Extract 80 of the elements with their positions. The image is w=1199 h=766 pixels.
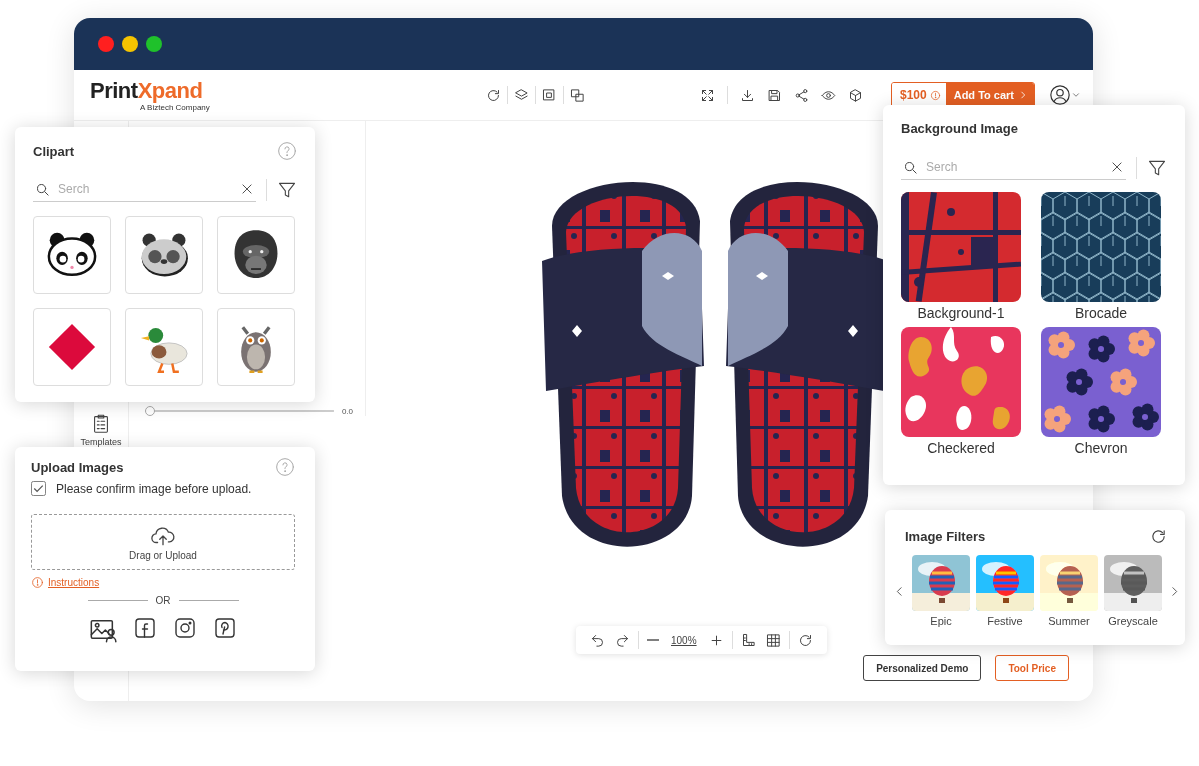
- background-tile[interactable]: Chevron: [1041, 327, 1161, 456]
- refresh-icon: [797, 632, 813, 648]
- balloon-thumbnail: [1040, 555, 1098, 611]
- alert-icon: [31, 576, 44, 589]
- square-in-square-icon: [542, 87, 557, 103]
- window-control-dot[interactable]: [146, 36, 162, 52]
- instagram-icon[interactable]: [173, 616, 197, 640]
- logo-tagline: A Biztech Company: [140, 102, 211, 112]
- undo-icon: [590, 632, 605, 648]
- close-icon: [240, 182, 254, 196]
- search-icon: [35, 181, 50, 197]
- upload-dropzone[interactable]: Drag or Upload: [31, 514, 295, 570]
- filter-option[interactable]: Greyscale: [1104, 555, 1162, 627]
- search-icon: [903, 159, 918, 175]
- pinterest-icon[interactable]: [213, 616, 237, 640]
- info-icon: [929, 89, 941, 101]
- chevron-down-icon: [1071, 90, 1081, 100]
- help-icon: [275, 457, 295, 477]
- panda-face-icon: [47, 232, 97, 277]
- expand-arrows-icon: [700, 87, 715, 103]
- user-menu-button[interactable]: [1049, 84, 1081, 106]
- panel-title: Clipart: [33, 143, 75, 159]
- balloon-thumbnail: [976, 555, 1034, 611]
- share-icon: [794, 87, 809, 103]
- demo-button[interactable]: Personalized Demo: [863, 655, 982, 681]
- instructions-link[interactable]: Instructions: [48, 577, 100, 588]
- search-field[interactable]: Serch: [924, 159, 1104, 175]
- help-icon: [277, 141, 297, 161]
- background-tile[interactable]: Checkered: [901, 327, 1021, 456]
- clear-button[interactable]: [240, 182, 254, 196]
- slider-value: 0.0: [341, 406, 353, 416]
- chevron-right-icon: [1018, 90, 1028, 100]
- layers-icon: [514, 87, 529, 103]
- panel-title: Image Filters: [905, 529, 986, 544]
- clear-button[interactable]: [1110, 160, 1124, 174]
- cube-icon: [848, 87, 863, 103]
- close-icon: [1110, 160, 1124, 174]
- clipart-tile[interactable]: [217, 308, 295, 386]
- ruler-icon: [740, 632, 756, 648]
- save-icon: [767, 87, 782, 103]
- filter-option[interactable]: Summer: [1040, 555, 1098, 627]
- clipart-tile[interactable]: [125, 308, 203, 386]
- overlapping-squares-icon: [570, 87, 585, 103]
- clipart-tile[interactable]: [217, 216, 295, 294]
- diamond-icon: [48, 323, 96, 371]
- redo-icon: [615, 632, 630, 648]
- panel-title: Background Image: [901, 121, 1019, 136]
- reset-button[interactable]: [1150, 528, 1167, 545]
- window-control-dot[interactable]: [98, 36, 114, 52]
- clipart-tile[interactable]: [125, 216, 203, 294]
- duck-icon: [140, 328, 188, 373]
- grid-icon: [765, 632, 781, 648]
- divider-label: OR: [155, 595, 171, 606]
- panel-title: Upload Images: [31, 459, 124, 475]
- gorilla-head-icon: [234, 230, 278, 279]
- owl-icon: [241, 325, 271, 373]
- download-icon: [740, 87, 755, 103]
- refresh-icon: [1150, 528, 1167, 545]
- tool-price-button[interactable]: Tool Price: [995, 655, 1069, 681]
- balloon-thumbnail: [912, 555, 970, 611]
- balloon-thumbnail: [1104, 555, 1162, 611]
- refresh-icon: [486, 87, 501, 103]
- plus-icon: [708, 632, 724, 648]
- slider-thumb[interactable]: [145, 406, 155, 416]
- clipart-tile[interactable]: [33, 216, 111, 294]
- sidebar-item[interactable]: Templates: [80, 413, 122, 447]
- user-icon: [1049, 84, 1071, 106]
- background-tile[interactable]: Brocade: [1041, 192, 1161, 321]
- panda-face-icon: [141, 233, 188, 277]
- clipart-tile[interactable]: [33, 308, 111, 386]
- facebook-icon[interactable]: [133, 616, 157, 640]
- filter-option[interactable]: Festive: [976, 555, 1034, 627]
- filter-option[interactable]: Epic: [912, 555, 970, 627]
- zoom-level[interactable]: 100%: [667, 634, 701, 646]
- search-field[interactable]: Serch: [56, 181, 234, 197]
- background-tile[interactable]: Background-1: [901, 192, 1021, 321]
- window-control-dot[interactable]: [122, 36, 138, 52]
- brand-logo: PrintXpand: [90, 78, 204, 103]
- confirm-checkbox[interactable]: Please confirm image before upload.: [31, 481, 252, 496]
- minus-icon: [647, 639, 659, 641]
